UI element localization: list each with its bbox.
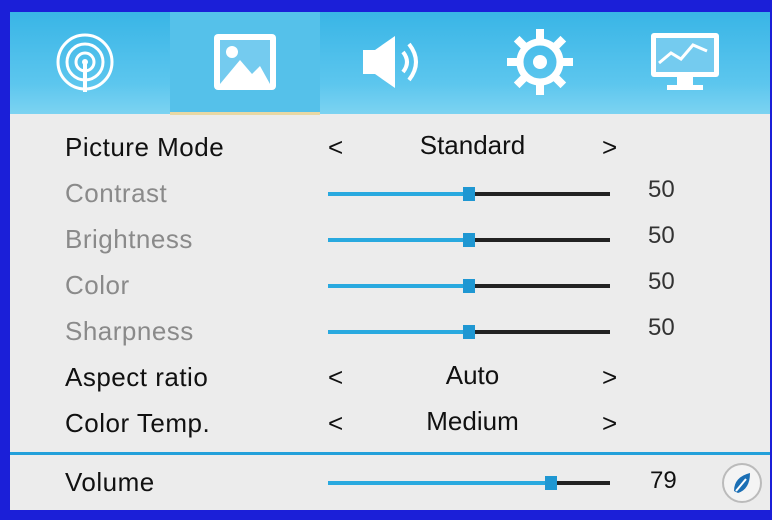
volume-slider-fill (328, 481, 551, 485)
volume-slider[interactable] (328, 476, 610, 490)
settings-icon (507, 29, 573, 95)
contrast-row[interactable]: Contrast 50 (10, 170, 770, 216)
contrast-label: Contrast (65, 178, 168, 208)
color-temp-label: Color Temp. (65, 408, 211, 438)
picture-icon (214, 34, 276, 90)
contrast-slider[interactable] (328, 187, 610, 201)
brightness-row[interactable]: Brightness 50 (10, 216, 770, 262)
picture-mode-label: Picture Mode (65, 132, 225, 162)
tab-bar (10, 12, 770, 115)
volume-slider-thumb[interactable] (544, 476, 557, 490)
volume-knob-icon (722, 463, 762, 503)
monitor-icon (651, 33, 719, 90)
color-temp-row[interactable]: Color Temp. < Medium > (10, 400, 770, 446)
color-slider-thumb[interactable] (463, 279, 475, 293)
color-temp-next-arrow[interactable]: > (602, 408, 617, 439)
sharpness-value: 50 (648, 314, 675, 341)
sharpness-label: Sharpness (65, 316, 194, 346)
tab-source[interactable] (10, 12, 160, 112)
color-value: 50 (648, 268, 675, 295)
sharpness-slider-thumb[interactable] (463, 325, 475, 339)
brightness-slider-fill (328, 238, 469, 242)
color-label: Color (65, 270, 130, 300)
contrast-slider-fill (328, 192, 469, 196)
signal-source-icon (56, 33, 114, 92)
aspect-ratio-label: Aspect ratio (65, 362, 209, 392)
brightness-slider-thumb[interactable] (463, 233, 475, 247)
tab-settings[interactable] (465, 12, 615, 112)
sharpness-slider[interactable] (328, 325, 610, 339)
volume-label: Volume (65, 467, 155, 497)
brightness-slider[interactable] (328, 233, 610, 247)
color-temp-value: Medium (426, 406, 519, 436)
volume-row[interactable]: Volume 79 (10, 452, 770, 510)
color-row[interactable]: Color 50 (10, 262, 770, 308)
osd-menu: Picture Mode < Standard > Contrast 50 Br… (10, 12, 770, 510)
brightness-label: Brightness (65, 224, 193, 254)
aspect-ratio-row[interactable]: Aspect ratio < Auto > (10, 354, 770, 400)
sharpness-slider-fill (328, 330, 469, 334)
contrast-value: 50 (648, 176, 675, 203)
contrast-slider-thumb[interactable] (463, 187, 475, 201)
brightness-value: 50 (648, 222, 675, 249)
tab-picture[interactable] (170, 12, 320, 115)
picture-mode-row[interactable]: Picture Mode < Standard > (10, 124, 770, 170)
sound-icon (363, 36, 418, 88)
picture-mode-value: Standard (419, 130, 526, 160)
color-slider[interactable] (328, 279, 610, 293)
aspect-ratio-value: Auto (445, 360, 500, 390)
color-slider-fill (328, 284, 469, 288)
tab-sound[interactable] (315, 12, 465, 112)
volume-value: 79 (650, 467, 677, 494)
picture-mode-next-arrow[interactable]: > (602, 132, 617, 163)
aspect-ratio-next-arrow[interactable]: > (602, 362, 617, 393)
tab-display[interactable] (610, 12, 760, 112)
sharpness-row[interactable]: Sharpness 50 (10, 308, 770, 354)
